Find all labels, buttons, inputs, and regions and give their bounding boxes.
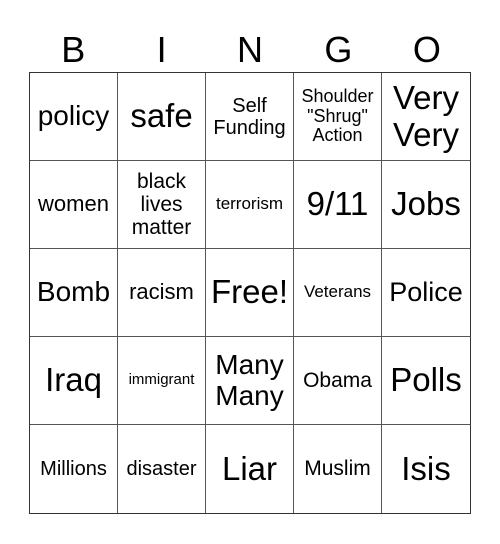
bingo-cell[interactable]: Liar — [206, 425, 294, 513]
bingo-cell[interactable]: immigrant — [118, 337, 206, 425]
bingo-cell[interactable]: Muslim — [294, 425, 382, 513]
bingo-cell-text: Police — [389, 276, 463, 307]
bingo-cell-text: black lives matter — [131, 169, 192, 240]
bingo-cell[interactable]: terrorism — [206, 161, 294, 249]
bingo-cell-text: Iraq — [45, 361, 102, 399]
bingo-cell-text: Self Funding — [213, 94, 286, 139]
bingo-cell[interactable]: policy — [30, 73, 118, 161]
bingo-cell-text: 9/11 — [306, 185, 369, 223]
bingo-cell-text: Many Many — [215, 348, 284, 411]
bingo-cell-text: immigrant — [128, 371, 195, 389]
bingo-cell-text: Muslim — [304, 457, 371, 481]
header-letter-o: O — [412, 29, 441, 70]
bingo-cell-text: Polls — [390, 361, 462, 399]
bingo-cell[interactable]: Free! — [206, 249, 294, 337]
bingo-cell[interactable]: Isis — [382, 425, 470, 513]
bingo-cell[interactable]: Very Very — [382, 73, 470, 161]
bingo-cell-text: Obama — [303, 368, 372, 392]
bingo-cell-text: policy — [37, 100, 110, 132]
bingo-cell[interactable]: racism — [118, 249, 206, 337]
bingo-cell[interactable]: Millions — [30, 425, 118, 513]
bingo-cell[interactable]: Bomb — [30, 249, 118, 337]
bingo-cell-text: Isis — [401, 449, 451, 487]
bingo-cell-text: Bomb — [36, 276, 111, 308]
bingo-cell[interactable]: Obama — [294, 337, 382, 425]
bingo-grid: policy safe Self Funding Shoulder "Shrug" A… — [29, 72, 471, 514]
bingo-cell-text: Shoulder "Shrug" Action — [301, 85, 374, 146]
bingo-cell[interactable]: Self Funding — [206, 73, 294, 161]
bingo-cell-text: terrorism — [215, 194, 284, 214]
bingo-cell[interactable]: Jobs — [382, 161, 470, 249]
bingo-cell[interactable]: 9/11 — [294, 161, 382, 249]
bingo-cell[interactable]: black lives matter — [118, 161, 206, 249]
bingo-cell-text: Millions — [40, 458, 107, 480]
bingo-cell-text: women — [38, 191, 109, 217]
bingo-cell[interactable]: Many Many — [206, 337, 294, 425]
bingo-cell-text: disaster — [126, 458, 197, 480]
bingo-cell[interactable]: disaster — [118, 425, 206, 513]
bingo-cell[interactable]: Police — [382, 249, 470, 337]
bingo-cell-text: racism — [129, 279, 194, 305]
bingo-cell-text: Veterans — [303, 282, 372, 302]
bingo-cell[interactable]: Shoulder "Shrug" Action — [294, 73, 382, 161]
bingo-cell[interactable]: Iraq — [30, 337, 118, 425]
bingo-cell[interactable]: women — [30, 161, 118, 249]
bingo-cell-text: Very Very — [392, 79, 460, 153]
bingo-cell-text: Liar — [221, 449, 278, 487]
bingo-cell-text: Free! — [210, 273, 289, 311]
bingo-cell-text: Jobs — [391, 185, 461, 223]
header-letter-i: I — [156, 29, 167, 70]
bingo-header: B I N G O — [29, 28, 471, 72]
header-letter-b: B — [61, 29, 86, 70]
bingo-cell[interactable]: safe — [118, 73, 206, 161]
header-letter-g: G — [324, 29, 353, 70]
bingo-cell[interactable]: Veterans — [294, 249, 382, 337]
bingo-cell-text: safe — [130, 97, 193, 135]
header-letter-n: N — [237, 29, 264, 70]
bingo-cell[interactable]: Polls — [382, 337, 470, 425]
